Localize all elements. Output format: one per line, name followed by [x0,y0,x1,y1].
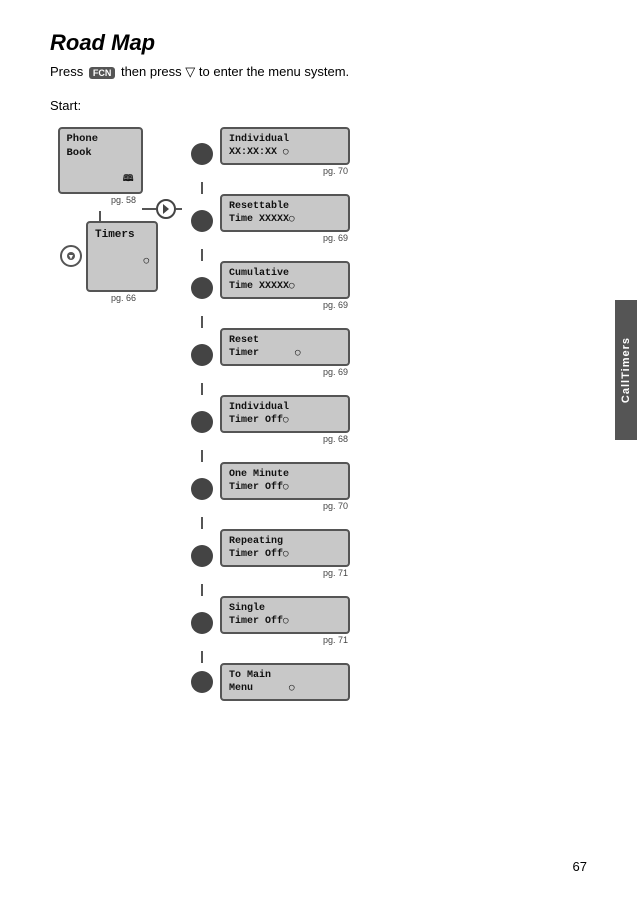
menu-item-3: Reset Timer ◯ pg. 69 [188,328,350,381]
item-block-4: Individual Timer Off◯ pg. 68 [220,395,350,448]
fcn-badge: FCN [89,67,116,79]
side-tab: CallTimers [615,300,637,440]
intro-text: Press FCN then press ▽ to enter the menu… [50,64,597,80]
item-pg-5: pg. 70 [323,501,350,511]
item-lcd-0: Individual XX:XX:XX ◯ [220,127,350,165]
phone-book-box: Phone Book 🕮 [58,127,143,194]
item-lcd-1: Resettable Time XXXXX◯ [220,194,350,232]
item-block-8: To Main Menu ◯ [220,663,350,701]
item-pg-4: pg. 68 [323,434,350,444]
item-icon-0 [191,143,213,165]
menu-item-1: Resettable Time XXXXX◯ pg. 69 [188,194,350,247]
item-pg-2: pg. 69 [323,300,350,310]
item-lcd-7: Single Timer Off◯ [220,596,350,634]
item-pg-3: pg. 69 [323,367,350,377]
item-block-0: Individual XX:XX:XX ◯ pg. 70 [220,127,350,180]
item-icon-5 [191,478,213,500]
timers-pg: pg. 66 [111,293,136,303]
nav-circle-right [156,199,176,219]
icon-col-7 [188,612,216,634]
page-content: Road Map Press FCN then press ▽ to enter… [0,0,637,733]
item-lcd-3: Reset Timer ◯ [220,328,350,366]
v-connector-1 [99,211,101,221]
item-pg-7: pg. 71 [323,635,350,645]
icon-col-8 [188,671,216,693]
item-lcd-6: Repeating Timer Off◯ [220,529,350,567]
item-pg-0: pg. 70 [323,166,350,176]
item-icon-4 [191,411,213,433]
phone-book-pg: pg. 58 [111,195,136,205]
menu-item-2: Cumulative Time XXXXX◯ pg. 69 [188,261,350,314]
icon-col-5 [188,478,216,500]
diagram: Phone Book 🕮 pg. 58 ▼ Timers ◯ pg. 66 [60,127,597,703]
item-lcd-5: One Minute Timer Off◯ [220,462,350,500]
arrow-connector [142,199,182,219]
page-number: 67 [573,859,587,874]
item-block-6: Repeating Timer Off◯ pg. 71 [220,529,350,582]
menu-item-6: Repeating Timer Off◯ pg. 71 [188,529,350,582]
item-lcd-4: Individual Timer Off◯ [220,395,350,433]
item-block-5: One Minute Timer Off◯ pg. 70 [220,462,350,515]
item-pg-6: pg. 71 [323,568,350,578]
menu-item-4: Individual Timer Off◯ pg. 68 [188,395,350,448]
right-section: Individual XX:XX:XX ◯ pg. 70 Resettable … [188,127,350,703]
item-pg-1: pg. 69 [323,233,350,243]
item-block-7: Single Timer Off◯ pg. 71 [220,596,350,649]
icon-col-4 [188,411,216,433]
item-icon-7 [191,612,213,634]
item-lcd-8: To Main Menu ◯ [220,663,350,701]
menu-item-7: Single Timer Off◯ pg. 71 [188,596,350,649]
icon-col-0 [188,143,216,165]
icon-col-1 [188,210,216,232]
menu-item-8: To Main Menu ◯ [188,663,350,701]
item-icon-1 [191,210,213,232]
start-label: Start: [50,98,597,113]
h-line [142,208,156,210]
item-block-2: Cumulative Time XXXXX◯ pg. 69 [220,261,350,314]
menu-item-5: One Minute Timer Off◯ pg. 70 [188,462,350,515]
svg-text:▼: ▼ [68,254,75,261]
item-block-3: Reset Timer ◯ pg. 69 [220,328,350,381]
icon-col-2 [188,277,216,299]
item-block-1: Resettable Time XXXXX◯ pg. 69 [220,194,350,247]
timers-box: Timers ◯ [86,221,158,292]
item-lcd-2: Cumulative Time XXXXX◯ [220,261,350,299]
item-icon-8 [191,671,213,693]
timers-nav-icon: ▼ [60,245,82,267]
side-tab-label: CallTimers [620,337,632,403]
menu-item-0: Individual XX:XX:XX ◯ pg. 70 [188,127,350,180]
icon-col-3 [188,344,216,366]
h-line-2 [176,208,182,210]
page-title: Road Map [50,30,597,56]
icon-col-6 [188,545,216,567]
item-icon-2 [191,277,213,299]
left-section: Phone Book 🕮 pg. 58 ▼ Timers ◯ pg. 66 [60,127,140,309]
item-icon-3 [191,344,213,366]
item-icon-6 [191,545,213,567]
